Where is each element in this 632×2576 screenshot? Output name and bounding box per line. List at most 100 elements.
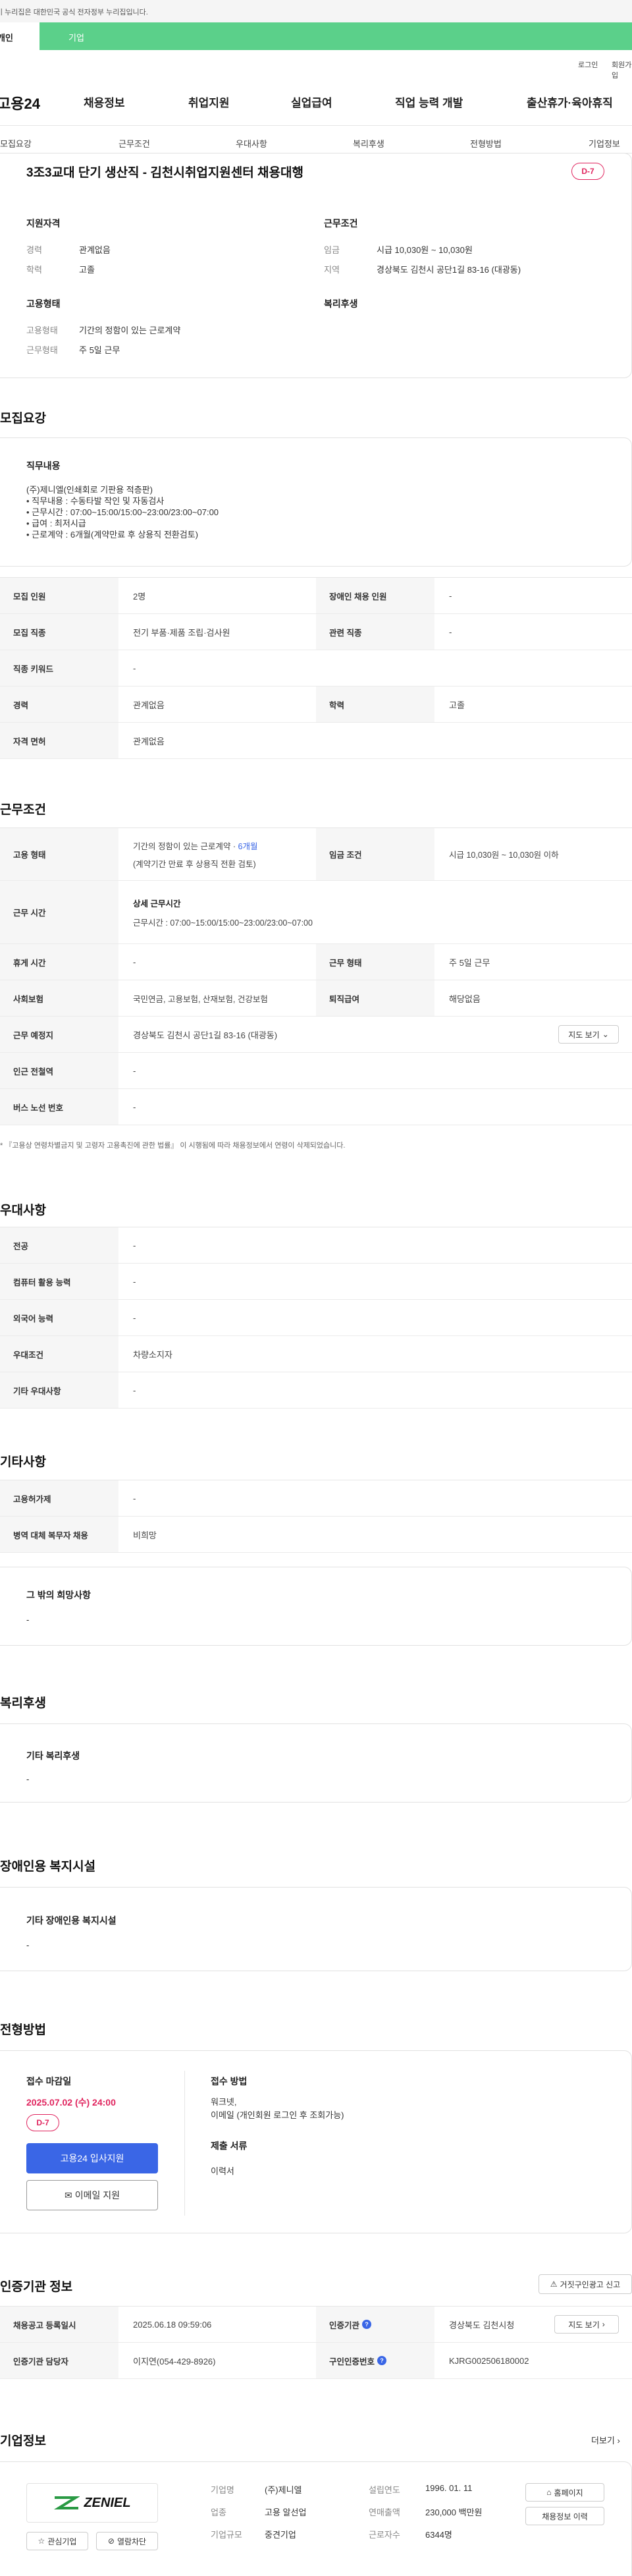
- table-row: 인근 전철역 -: [0, 1053, 632, 1089]
- row-header: 학력: [316, 686, 434, 722]
- tab-personal[interactable]: 개인: [0, 22, 40, 50]
- duty-line: (주)제니엘(인쇄회로 기판용 적층판): [26, 485, 153, 495]
- emp-work-type: 근무형태 주 5일 근무: [26, 345, 120, 355]
- dday-badge: D-7: [571, 163, 604, 180]
- row-value: 시급 10,030원 ~ 10,030원 이하: [449, 851, 559, 860]
- etc-box-value: -: [26, 1615, 30, 1625]
- company-section-title: 기업정보: [0, 2434, 46, 2448]
- email-apply-button[interactable]: ✉ 이메일 지원: [26, 2180, 158, 2210]
- subnav-work[interactable]: 근무조건: [118, 137, 150, 150]
- nav-jobs[interactable]: 채용정보: [84, 94, 125, 110]
- row-value: 경상북도 김천시 공단1길 83-16 (대광동): [133, 1030, 278, 1040]
- emp-type-line: 기간의 정함이 있는 근로계약 · 6개월: [133, 841, 258, 851]
- row-header: 관련 직종: [316, 614, 434, 650]
- company-founded: 설립연도 1996. 01. 11: [369, 2483, 473, 2495]
- homepage-button[interactable]: ⌂ 홈페이지: [525, 2483, 604, 2502]
- map-view-button[interactable]: 지도 보기 ⌄: [558, 1025, 619, 1044]
- method-title: 접수 방법: [211, 2076, 248, 2086]
- subnav-recruit[interactable]: 모집요강: [0, 137, 32, 150]
- tab-personal-label: 개인: [0, 33, 13, 43]
- nav-unemployment-benefit[interactable]: 실업급여: [291, 94, 332, 110]
- table-row: 전공 -: [0, 1227, 632, 1264]
- row-value: 2명: [133, 591, 146, 602]
- apply-button[interactable]: 고용24 입사지원: [26, 2143, 158, 2173]
- row-value: 차량소지자: [133, 1349, 172, 1360]
- qual-career: 경력 관계없음: [26, 245, 111, 255]
- report-fake-ad-button[interactable]: ⚠ 거짓구인광고 신고: [539, 2274, 632, 2294]
- block-company-button[interactable]: ⊘ 열람차단: [96, 2532, 158, 2550]
- info-icon[interactable]: ?: [377, 2356, 387, 2365]
- duty-title: 직무내용: [26, 461, 61, 471]
- chevron-right-icon: ›: [602, 2320, 605, 2329]
- nav-employment-support[interactable]: 취업지원: [188, 94, 230, 110]
- cond-title: 근무조건: [324, 218, 358, 229]
- company-employees: 근로자수 6344명: [369, 2530, 452, 2540]
- row-header: 장애인 채용 인원: [316, 578, 434, 613]
- emp-type: 고용형태 기간의 정함이 있는 근로계약: [26, 325, 181, 335]
- subnav-welfare[interactable]: 복리후생: [353, 137, 384, 150]
- pref-section-title: 우대사항: [0, 1204, 46, 1218]
- subnav-pref[interactable]: 우대사항: [236, 137, 267, 150]
- row-header: 모집 직종: [0, 614, 118, 650]
- welfare-section-title: 복리후생: [0, 1696, 46, 1710]
- favorite-company-button[interactable]: ☆ 관심기업: [26, 2532, 88, 2550]
- gov-banner-text: 이 누리집은 대한민국 공식 전자정부 누리집입니다.: [0, 9, 148, 16]
- row-header: 휴게 시간: [0, 944, 118, 980]
- site-logo[interactable]: 고용24: [0, 92, 40, 113]
- row-header: 직종 키워드: [0, 650, 118, 686]
- disab-box-title: 기타 장애인용 복지시설: [26, 1915, 117, 1926]
- row-header: 임금 조건: [316, 828, 434, 880]
- apply-button-label: 고용24 입사지원: [60, 2153, 124, 2164]
- join-link[interactable]: 회원가입: [612, 59, 632, 80]
- row-value: KJRG002506180002: [449, 2355, 529, 2366]
- row-value: 주 5일 근무: [449, 957, 490, 968]
- subnav-process[interactable]: 전형방법: [470, 137, 502, 150]
- table-row: 근무 예정지 경상북도 김천시 공단1길 83-16 (대광동) 지도 보기 ⌄: [0, 1017, 632, 1053]
- table-row: 고용 형태 기간의 정함이 있는 근로계약 · 6개월 (계약기간 만료 후 상…: [0, 828, 632, 881]
- table-row: 자격 면허 관계없음: [0, 723, 632, 759]
- duty-box: 직무내용 (주)제니엘(인쇄회로 기판용 적층판) • 직무내용 : 수동타발 …: [0, 437, 632, 567]
- tab-company[interactable]: 기업: [68, 31, 84, 43]
- method-line: 워크넷,: [211, 2097, 237, 2107]
- recruit-section-title: 모집요강: [0, 412, 46, 426]
- row-value: -: [133, 1385, 136, 1395]
- row-header: 고용 형태: [0, 828, 118, 880]
- row-header: 경력: [0, 686, 118, 722]
- row-value: -: [133, 1312, 136, 1323]
- gov-banner: 이 누리집은 대한민국 공식 전자정부 누리집입니다.: [0, 0, 632, 22]
- method-content: 워크넷, 이메일 (개인회원 로그인 후 조회가능): [211, 2096, 344, 2122]
- row-value: -: [133, 1065, 136, 1076]
- docs-value: 이력서: [211, 2166, 234, 2176]
- company-more-link[interactable]: 더보기 ›: [591, 2434, 620, 2446]
- row-value: 기간의 정함이 있는 근로계약 · 6개월 (계약기간 만료 후 상용직 전환 …: [118, 828, 316, 880]
- benefit-title: 복리후생: [324, 298, 358, 309]
- cert-section-title: 인증기관 정보: [0, 2280, 73, 2294]
- subnav-company[interactable]: 기업정보: [589, 137, 620, 150]
- company-name: 기업명 (주)제니엘: [211, 2485, 302, 2495]
- hiring-history-button[interactable]: 채용정보 이력: [525, 2507, 604, 2525]
- row-value: -: [133, 1493, 136, 1503]
- company-box: ZENIEL ☆ 관심기업 ⊘ 열람차단 기업명 (주)제니엘 업종 고용 알선업 기업…: [0, 2461, 632, 2576]
- login-link[interactable]: 로그인: [578, 59, 598, 70]
- table-row: 버스 노선 번호 -: [0, 1089, 632, 1125]
- row-header: 퇴직급여: [316, 980, 434, 1016]
- row-value: -: [449, 590, 452, 601]
- chevron-right-icon: ›: [617, 2436, 620, 2446]
- homepage-label: 홈페이지: [554, 2488, 583, 2498]
- company-logo-text: ZENIEL: [84, 2495, 131, 2510]
- welfare-box-value: -: [26, 1774, 30, 1784]
- qual-education: 학력 고졸: [26, 265, 95, 275]
- hours-value: 근무시간 : 07:00~15:00/15:00~23:00/23:00~07:…: [133, 918, 313, 928]
- contract-period-link[interactable]: 6개월: [238, 842, 258, 851]
- nav-skills-development[interactable]: 직업 능력 개발: [395, 94, 463, 110]
- welfare-box-title: 기타 복리후생: [26, 1750, 80, 1761]
- nav-parental-leave[interactable]: 출산휴가·육아휴직: [527, 94, 613, 110]
- disab-box: 기타 장애인용 복지시설 -: [0, 1887, 632, 1971]
- qual-title: 지원자격: [26, 218, 61, 229]
- cert-map-label: 지도 보기: [568, 2320, 600, 2330]
- info-icon[interactable]: ?: [362, 2320, 372, 2329]
- job-summary-card: 3조3교대 단기 생산직 - 김천시취업지원센터 채용대행 D-7 지원자격 경…: [0, 153, 632, 378]
- cert-map-button[interactable]: 지도 보기 ›: [554, 2315, 619, 2334]
- block-icon: ⊘: [107, 2536, 115, 2546]
- row-header: 근무 시간: [0, 881, 118, 943]
